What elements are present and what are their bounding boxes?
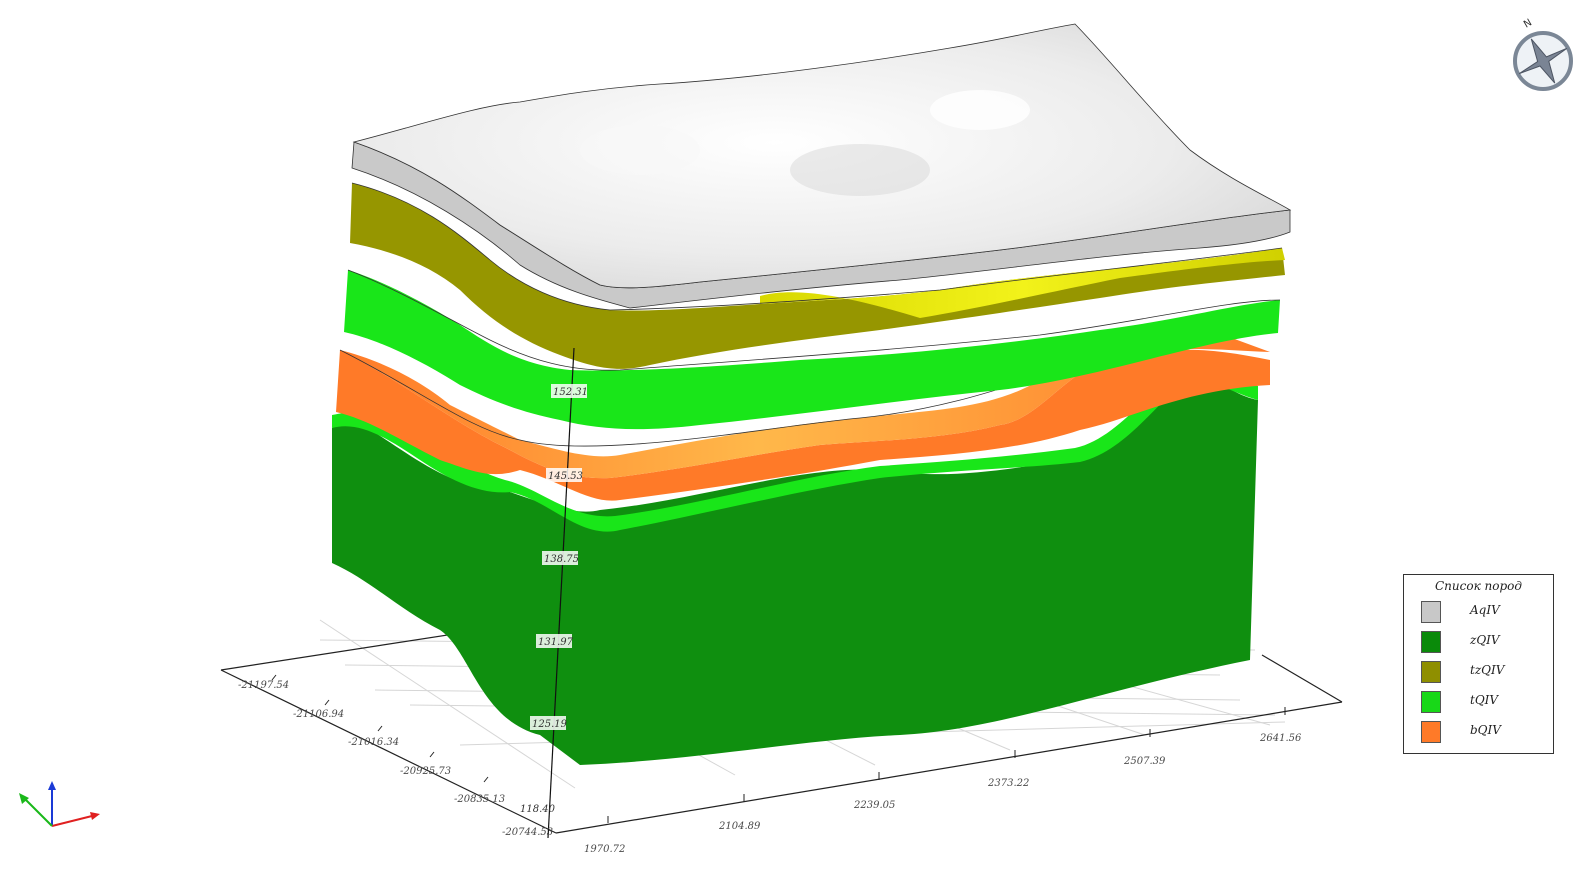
geological-3d-scene[interactable]: 152.31 145.53 138.75 131.97 125.19 118.4… [0, 0, 1592, 869]
legend-item: tzQIV [1404, 657, 1553, 687]
y-tick-3: -20925.73 [400, 766, 451, 777]
legend-label: AqIV [1470, 603, 1500, 617]
legend-panel: Список пород AqIV zQIV tzQIV tQIV bQIV [1403, 574, 1554, 754]
z-tick-2: 138.75 [544, 554, 579, 565]
y-tick-0: -21197.54 [238, 680, 289, 691]
legend-swatch [1421, 631, 1441, 653]
legend-swatch [1421, 721, 1441, 743]
legend-item: tQIV [1404, 687, 1553, 717]
x-tick-4: 2507.39 [1123, 756, 1166, 767]
compass-north-label: N [1522, 17, 1534, 30]
axis-orientation-icon [19, 781, 100, 827]
x-tick-0: 1970.72 [584, 844, 625, 855]
y-tick-2: -21016.34 [348, 737, 399, 748]
legend-swatch [1421, 661, 1441, 683]
x-tick-1: 2104.89 [718, 821, 761, 832]
legend-swatch [1421, 691, 1441, 713]
z-tick-4: 125.19 [532, 719, 568, 730]
y-tick-1: -21106.94 [293, 709, 344, 720]
legend-label: zQIV [1470, 633, 1500, 647]
z-tick-1: 145.53 [548, 471, 583, 482]
z-tick-0: 152.31 [553, 387, 588, 398]
legend-label: tQIV [1470, 693, 1499, 707]
z-tick-5: 118.40 [520, 804, 556, 815]
x-tick-3: 2373.22 [987, 778, 1029, 789]
legend-item: zQIV [1404, 627, 1553, 657]
legend-swatch [1421, 601, 1441, 623]
legend-item: AqIV [1404, 597, 1553, 627]
z-tick-3: 131.97 [538, 637, 574, 648]
legend-item: bQIV [1404, 717, 1553, 747]
legend-label: tzQIV [1470, 663, 1505, 677]
x-tick-5: 2641.56 [1259, 733, 1302, 744]
legend-title: Список пород [1434, 579, 1523, 593]
x-tick-2: 2239.05 [853, 800, 895, 811]
legend-label: bQIV [1470, 723, 1501, 737]
y-tick-5: -20744.53 [502, 827, 553, 838]
compass-icon[interactable]: N [1508, 14, 1578, 94]
y-tick-4: -20835.13 [454, 794, 505, 805]
